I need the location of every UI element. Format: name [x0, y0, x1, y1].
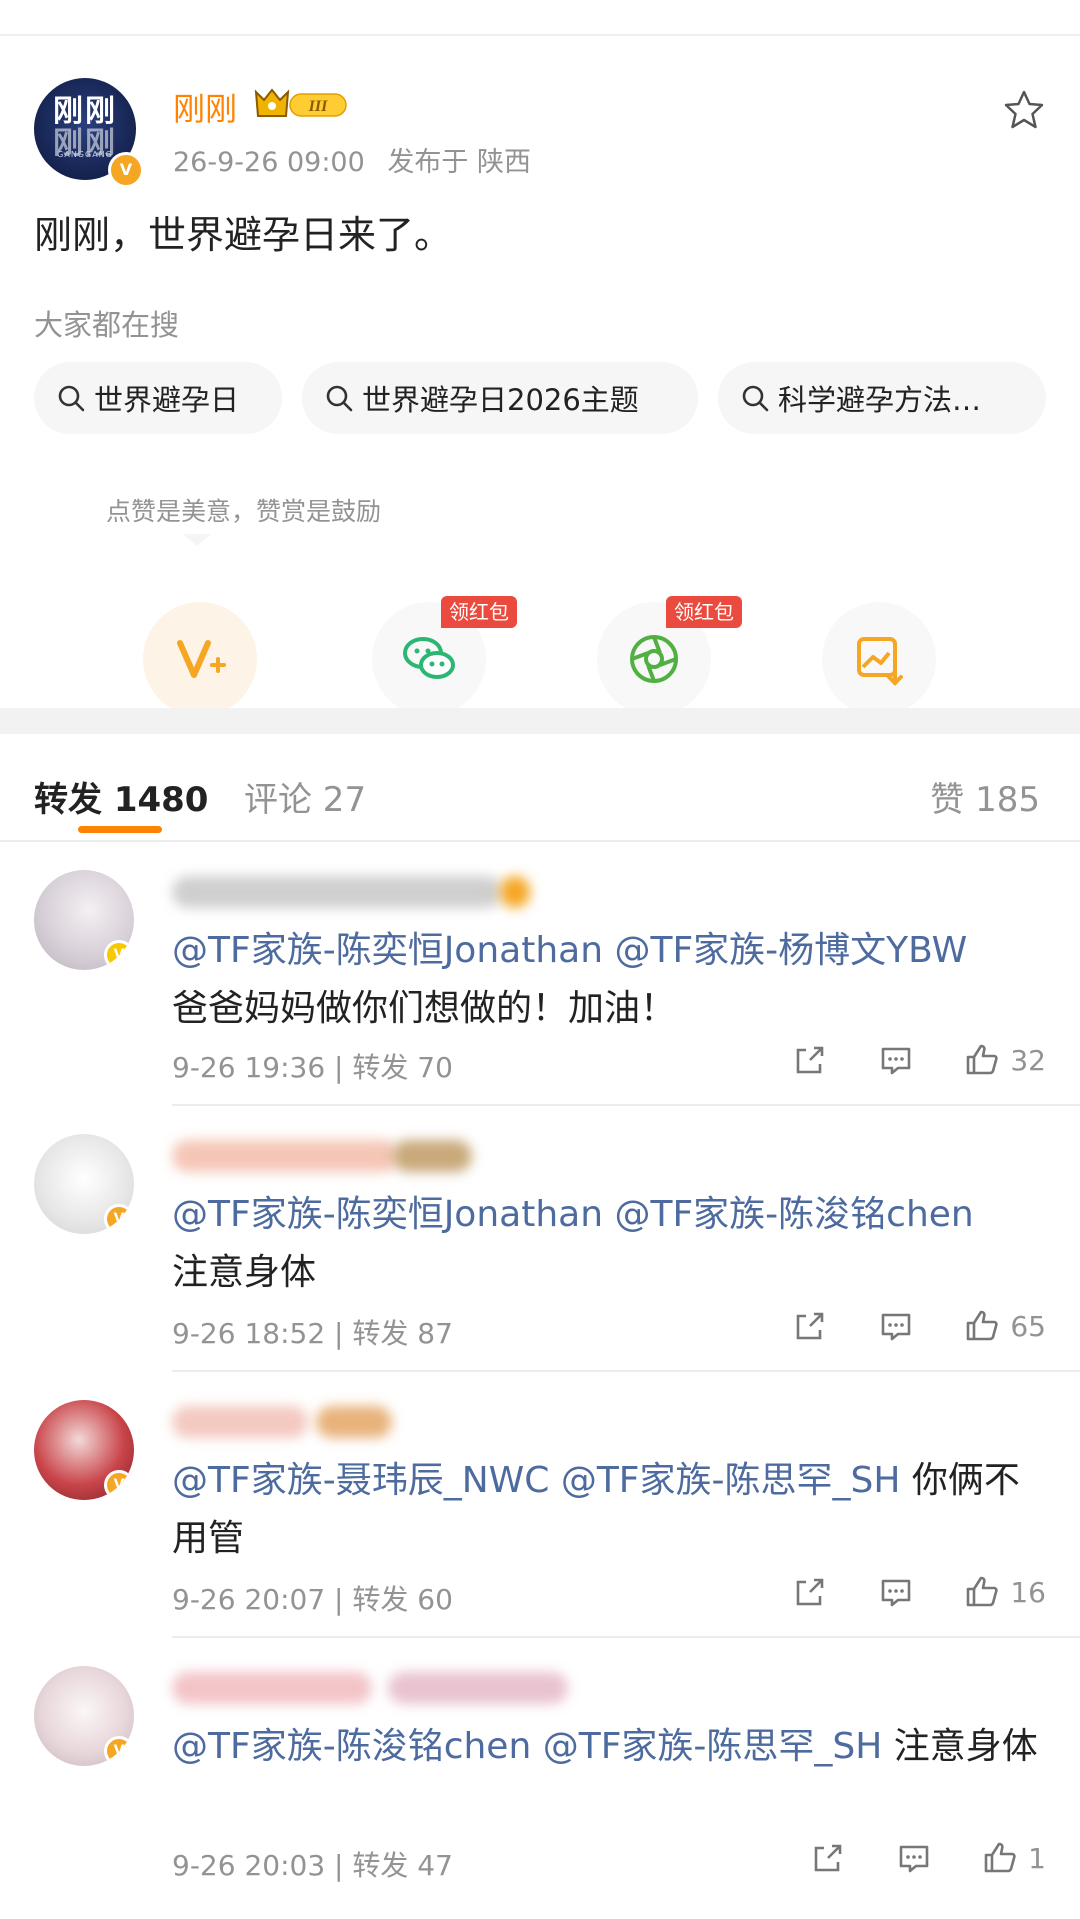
- repost-message: 注意身体: [172, 1252, 317, 1293]
- user-avatar[interactable]: V: [34, 1666, 134, 1766]
- repost-item[interactable]: V @TF家族-陈奕恒Jonathan @TF家族-杨博文YBW 爸爸妈妈做你们…: [0, 842, 1080, 1106]
- blurred-badge: [316, 1406, 392, 1438]
- active-tab-indicator: [78, 826, 162, 833]
- repost-meta: 9-26 18:52 | 转发 87: [172, 1317, 453, 1350]
- repost-item[interactable]: V @TF家族-陈浚铭chen @TF家族-陈思罕_SH 注意身体 9-26 2…: [0, 1638, 1080, 1919]
- repost-text: @TF家族-聂玮辰_NWC @TF家族-陈思罕_SH 你俩不用管: [172, 1452, 1052, 1568]
- like-count: 1: [1028, 1841, 1046, 1875]
- share-icon[interactable]: [792, 1042, 828, 1078]
- user-avatar[interactable]: V: [34, 1400, 134, 1500]
- mention-link[interactable]: @TF家族-陈思罕_SH: [543, 1726, 883, 1767]
- mention-link[interactable]: @TF家族-陈奕恒Jonathan: [172, 1194, 603, 1235]
- like-count: 65: [1010, 1309, 1046, 1343]
- like-icon[interactable]: [964, 1042, 1000, 1078]
- reward-button[interactable]: [143, 602, 257, 716]
- interaction-tabs: 转发 1480 评论 27 赞 185: [0, 734, 1080, 842]
- repost-item[interactable]: V @TF家族-聂玮辰_NWC @TF家族-陈思罕_SH 你俩不用管 9-26 …: [0, 1372, 1080, 1638]
- post-location: 发布于 陕西: [387, 147, 531, 178]
- top-bar: [0, 0, 1080, 36]
- blurred-username: [172, 1406, 308, 1438]
- repost-text: @TF家族-陈浚铭chen @TF家族-陈思罕_SH 注意身体: [172, 1718, 1052, 1776]
- post-meta: 26-9-26 09:00 发布于 陕西: [173, 140, 531, 179]
- like-icon[interactable]: [964, 1308, 1000, 1344]
- section-divider: [0, 708, 1080, 734]
- blurred-badge: [500, 876, 530, 908]
- blurred-username: [172, 1672, 372, 1704]
- mention-link[interactable]: @TF家族-杨博文YBW: [614, 930, 967, 971]
- verified-icon: V: [104, 1204, 134, 1234]
- blurred-badge: [388, 1672, 568, 1704]
- search-icon: [742, 385, 769, 412]
- repost-actions: 1: [760, 1840, 1046, 1876]
- repost-actions: 65: [742, 1308, 1046, 1344]
- svg-text:III: III: [308, 98, 328, 115]
- red-packet-badge[interactable]: 领红包: [666, 596, 742, 628]
- share-icon[interactable]: [810, 1840, 846, 1876]
- blurred-username: [172, 1140, 398, 1172]
- search-chip[interactable]: 世界避孕日: [34, 362, 282, 434]
- like-icon[interactable]: [964, 1574, 1000, 1610]
- tab-repost[interactable]: 转发 1480: [34, 772, 208, 821]
- tip-arrow: [183, 534, 211, 546]
- moments-icon: [630, 635, 678, 683]
- author-name[interactable]: 刚刚: [173, 84, 237, 130]
- mention-link[interactable]: @TF家族-陈浚铭chen: [172, 1726, 531, 1767]
- mention-link[interactable]: @TF家族-陈思罕_SH: [561, 1460, 901, 1501]
- mention-link[interactable]: @TF家族-聂玮辰_NWC: [172, 1460, 549, 1501]
- repost-actions: 32: [742, 1042, 1046, 1078]
- weibo-post: 刚刚 刚刚 GANGGANG V 刚刚 III 26-9-26 09:00 发布于…: [0, 36, 1080, 716]
- comment-icon[interactable]: [878, 1574, 914, 1610]
- tab-like[interactable]: 赞 185: [930, 772, 1040, 821]
- share-icon[interactable]: [792, 1574, 828, 1610]
- like-count: 32: [1010, 1043, 1046, 1077]
- verified-icon: V: [108, 152, 144, 188]
- post-time: 26-9-26 09:00: [173, 147, 365, 178]
- verified-icon: V: [104, 1470, 134, 1500]
- comment-icon[interactable]: [878, 1042, 914, 1078]
- like-icon[interactable]: [982, 1840, 1018, 1876]
- wechat-icon: [403, 637, 455, 679]
- search-chip[interactable]: 世界避孕日2026主题: [302, 362, 698, 434]
- verified-icon: V: [104, 1736, 134, 1766]
- blurred-username: [172, 876, 502, 908]
- repost-meta: 9-26 20:07 | 转发 60: [172, 1583, 453, 1616]
- verified-icon: V: [104, 940, 134, 970]
- repost-text: @TF家族-陈奕恒Jonathan @TF家族-杨博文YBW 爸爸妈妈做你们想做…: [172, 922, 1052, 1038]
- share-icon[interactable]: [792, 1308, 828, 1344]
- save-image-button[interactable]: [822, 602, 936, 716]
- mention-link[interactable]: @TF家族-陈浚铭chen: [614, 1194, 973, 1235]
- search-chip-label: 世界避孕日: [94, 383, 240, 417]
- hot-search-title: 大家都在搜: [34, 308, 180, 342]
- repost-item[interactable]: V @TF家族-陈奕恒Jonathan @TF家族-陈浚铭chen 注意身体 9…: [0, 1106, 1080, 1372]
- user-avatar[interactable]: V: [34, 1134, 134, 1234]
- tab-comment[interactable]: 评论 27: [244, 772, 366, 821]
- post-content: 刚刚，世界避孕日来了。: [34, 213, 453, 257]
- save-image-icon: [857, 637, 903, 686]
- red-packet-badge[interactable]: 领红包: [441, 596, 517, 628]
- repost-actions: 16: [742, 1574, 1046, 1610]
- repost-message: 爸爸妈妈做你们想做的！加油！: [172, 988, 677, 1029]
- search-chip-label: 科学避孕方法…: [778, 383, 982, 417]
- repost-text: @TF家族-陈奕恒Jonathan @TF家族-陈浚铭chen 注意身体: [172, 1186, 1052, 1302]
- reward-v-icon: [177, 640, 226, 678]
- repost-message: 注意身体: [893, 1726, 1038, 1767]
- repost-meta: 9-26 19:36 | 转发 70: [172, 1051, 453, 1084]
- blurred-badge: [392, 1140, 472, 1172]
- mention-link[interactable]: @TF家族-陈奕恒Jonathan: [172, 930, 603, 971]
- search-chip[interactable]: 科学避孕方法…: [718, 362, 1046, 434]
- like-count: 16: [1010, 1575, 1046, 1609]
- search-chip-label: 世界避孕日2026主题: [362, 383, 639, 417]
- search-icon: [326, 385, 353, 412]
- comment-icon[interactable]: [896, 1840, 932, 1876]
- reward-tip: 点赞是美意，赞赏是鼓励: [106, 497, 382, 526]
- search-icon: [58, 385, 85, 412]
- vip-crown-icon: III: [254, 88, 347, 117]
- star-icon[interactable]: [1002, 88, 1046, 132]
- comment-icon[interactable]: [878, 1308, 914, 1344]
- user-avatar[interactable]: V: [34, 870, 134, 970]
- repost-meta: 9-26 20:03 | 转发 47: [172, 1849, 453, 1882]
